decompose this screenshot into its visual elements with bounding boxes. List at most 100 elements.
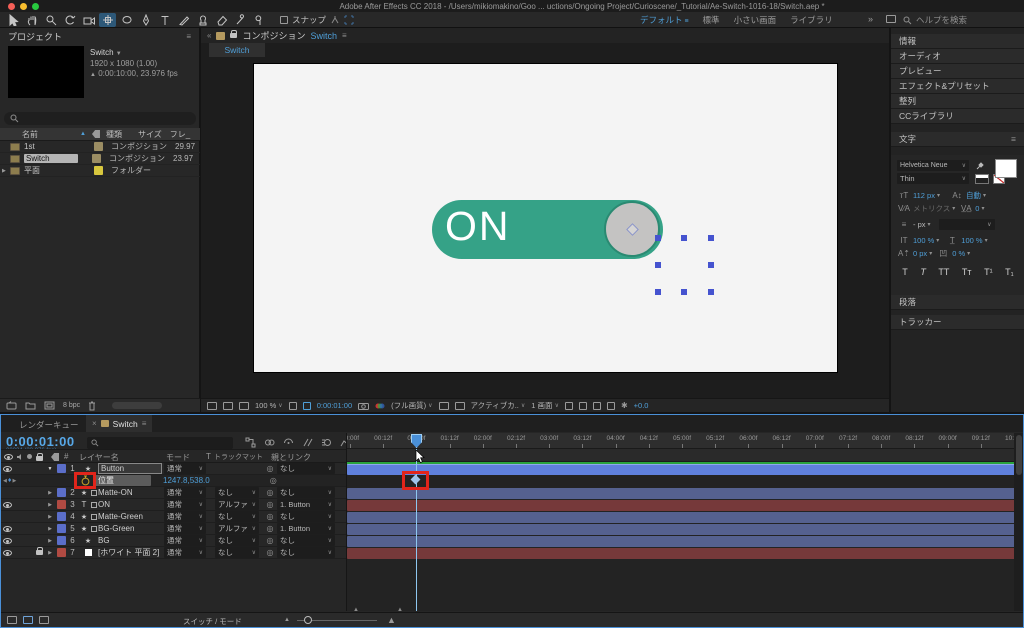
horizontal-scale-value[interactable]: 100 % xyxy=(961,236,982,245)
timeline-tab-switch[interactable]: × Switch ≡ xyxy=(86,415,153,432)
motion-blur-icon[interactable] xyxy=(321,437,332,448)
zoom-in-mountain-icon[interactable]: ▲ xyxy=(387,615,396,625)
parent-select[interactable]: 1. Button ∨ xyxy=(277,499,335,510)
camera-tool[interactable] xyxy=(80,13,97,27)
transparency-grid-icon[interactable] xyxy=(454,401,465,410)
timeline-columns-header[interactable]: # レイヤー名 モード T トラックマット 親とリンク xyxy=(1,449,346,463)
timeline-graph-area[interactable]: 00:00f00:12f01:00f01:12f02:00f02:12f03:0… xyxy=(346,433,1015,611)
panel-menu-icon[interactable]: ≡ xyxy=(142,419,147,428)
expand-arrow[interactable]: ▶ xyxy=(45,550,55,556)
faux-style-button[interactable]: Tт xyxy=(962,267,972,277)
layer-row-BG-Green[interactable]: ▶ 5 ★ BG-Green 通常 ∨ アルファ ∨ ◎ 1. Button ∨ xyxy=(1,523,346,535)
layer-color-chip[interactable] xyxy=(55,500,67,509)
expand-layer-switches-icon[interactable] xyxy=(7,616,17,624)
property-name[interactable]: 位置 xyxy=(95,475,151,486)
font-size-value[interactable]: 112 px xyxy=(913,191,935,200)
type-tool[interactable] xyxy=(156,13,173,27)
character-panel-header[interactable]: 文字 ≡ xyxy=(891,132,1024,147)
expand-inout-icon[interactable] xyxy=(39,616,49,624)
layer-bar-Matte-ON[interactable] xyxy=(347,488,1015,499)
pan-behind-tool[interactable] xyxy=(99,13,116,27)
project-row[interactable]: 1st コンポジション 29.97 xyxy=(0,141,200,153)
new-folder-icon[interactable] xyxy=(25,401,36,410)
hide-shy-layers-icon[interactable] xyxy=(283,437,294,448)
layer-bar-BG[interactable] xyxy=(347,536,1015,547)
parent-select[interactable]: なし ∨ xyxy=(277,463,335,474)
track-matte-select[interactable]: なし ∨ xyxy=(215,487,259,498)
rotation-tool[interactable] xyxy=(61,13,78,27)
blend-mode-select[interactable]: 通常 ∨ xyxy=(164,523,206,534)
stroke-over-fill-swatch[interactable] xyxy=(975,173,989,184)
stroke-style-select[interactable]: ∨ xyxy=(938,219,995,230)
snap-checkbox[interactable] xyxy=(280,16,288,24)
reset-exposure-icon[interactable]: ✱ xyxy=(621,401,628,410)
property-pickwhip-icon[interactable]: ◎ xyxy=(270,476,277,485)
blend-mode-select[interactable]: 通常 ∨ xyxy=(164,511,206,522)
pen-tool[interactable] xyxy=(137,13,154,27)
property-row-position[interactable]: ◀ ♦ ▶ 位置 1247.8,538.0 ◎ xyxy=(1,475,346,487)
keyframe-navigator[interactable]: ◀ ♦ ▶ xyxy=(1,477,27,484)
selection-handle[interactable] xyxy=(681,235,687,241)
layer-bar-BG-Green[interactable] xyxy=(347,524,1015,535)
layer-color-chip[interactable] xyxy=(55,536,67,545)
exposure-value[interactable]: +0.0 xyxy=(634,401,649,410)
timeline-scrollbar[interactable] xyxy=(1014,433,1023,611)
eye-toggle[interactable] xyxy=(1,537,13,544)
selection-handle[interactable] xyxy=(655,289,661,295)
label-color-chip[interactable] xyxy=(94,166,103,175)
switches-modes-toggle[interactable]: スイッチ / モード xyxy=(183,616,242,627)
collapse-panel-icon[interactable]: « xyxy=(207,31,211,40)
expand-arrow[interactable]: ▶ xyxy=(45,502,55,508)
comp-timecode[interactable]: 0:00:01:00 xyxy=(317,401,352,410)
chevron-down-icon[interactable]: ▼ xyxy=(116,51,122,57)
collapse-frame-icon[interactable] xyxy=(91,525,97,532)
parent-pickwhip-icon[interactable]: ◎ xyxy=(263,512,277,521)
blend-mode-select[interactable]: 通常 ∨ xyxy=(164,499,206,510)
eyedropper-icon[interactable] xyxy=(975,161,985,171)
clone-stamp-tool[interactable] xyxy=(194,13,211,27)
property-value[interactable]: 1247.8,538.0 xyxy=(163,476,210,485)
time-navigator-end-handle[interactable]: ▲ xyxy=(397,607,403,613)
workspace-menu-icon[interactable]: ≡ xyxy=(683,18,688,25)
auto-leading-value[interactable]: 自動 xyxy=(966,190,981,201)
snapshot-icon[interactable] xyxy=(358,402,370,410)
vertical-scale-value[interactable]: 100 % xyxy=(913,236,934,245)
layer-color-chip[interactable] xyxy=(55,488,67,497)
layer-color-chip[interactable] xyxy=(55,524,67,533)
kerning-value[interactable]: メトリクス xyxy=(913,203,950,214)
layer-color-chip[interactable] xyxy=(55,512,67,521)
faux-style-button[interactable]: T xyxy=(902,267,908,277)
font-family-select[interactable]: Helvetica Neue ∨ xyxy=(897,160,969,171)
project-search[interactable] xyxy=(4,112,196,125)
panel-menu-icon[interactable]: ≡ xyxy=(342,31,347,40)
collapse-frame-icon[interactable] xyxy=(91,513,97,520)
layer-name[interactable]: Button xyxy=(98,463,162,474)
zoom-tool[interactable] xyxy=(42,13,59,27)
track-matte-select[interactable]: なし ∨ xyxy=(215,535,259,546)
project-item-name[interactable]: Switch xyxy=(24,154,78,163)
workspace-tab-小さい画面[interactable]: 小さい画面 xyxy=(734,14,777,26)
monitor-icon[interactable] xyxy=(223,401,233,410)
blend-mode-select[interactable]: 通常 ∨ xyxy=(164,547,206,558)
parent-pickwhip-icon[interactable]: ◎ xyxy=(263,464,277,473)
layer-name[interactable]: ON xyxy=(98,500,162,509)
layer-bar-Matte-Green[interactable] xyxy=(347,512,1015,523)
layer-bar-Button[interactable] xyxy=(347,464,1015,475)
trash-icon[interactable] xyxy=(88,401,96,411)
layer-bar-[ホワイト 平面 2][interactable] xyxy=(347,548,1015,559)
label-color-chip[interactable] xyxy=(92,154,101,163)
stepper-icon[interactable]: ▾ xyxy=(985,237,988,244)
project-row[interactable]: Switch コンポジション 23.97 xyxy=(0,153,200,165)
mask-visibility-icon[interactable] xyxy=(344,15,354,25)
layer-bar-ON[interactable] xyxy=(347,500,1015,511)
blend-mode-select[interactable]: 通常 ∨ xyxy=(164,463,206,474)
camera-select[interactable]: アクティブカ.. ∨ xyxy=(471,400,526,411)
show-channel-icon[interactable] xyxy=(375,402,385,410)
project-columns-header[interactable]: 名前 ▲ 種類 サイズ フレ_ xyxy=(0,128,200,141)
stepper-icon[interactable]: ▾ xyxy=(928,221,931,228)
workspace-tab-デフォルト[interactable]: デフォルト ≡ xyxy=(640,14,689,26)
parent-select[interactable]: なし ∨ xyxy=(277,511,335,522)
layer-row-Matte-Green[interactable]: ▶ 4 ★ Matte-Green 通常 ∨ なし ∨ ◎ なし ∨ xyxy=(1,511,346,523)
layer-name[interactable]: Matte-Green xyxy=(98,512,162,521)
expand-arrow[interactable]: ▶ xyxy=(45,526,55,532)
